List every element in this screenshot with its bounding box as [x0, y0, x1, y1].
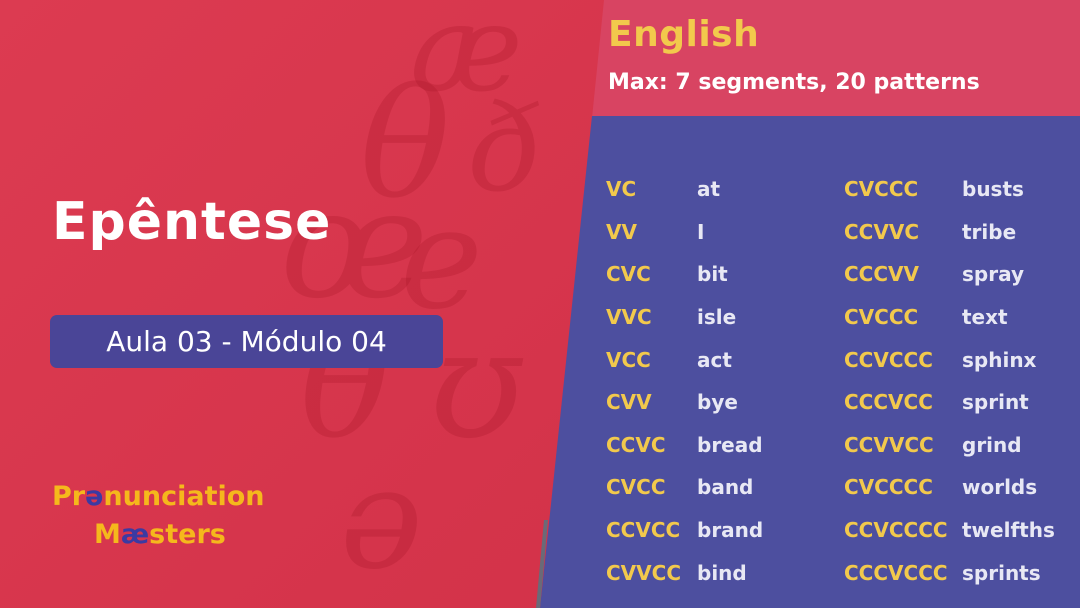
example-word: isle	[697, 305, 737, 330]
syllable-pattern: CVC	[606, 262, 651, 287]
syllable-pattern: VC	[606, 177, 637, 202]
example-word: bread	[697, 432, 763, 457]
syllable-pattern: CCVCCC	[844, 347, 933, 372]
language-subtitle: Max: 7 segments, 20 patterns	[608, 70, 980, 95]
logo-line-1: Prənunciation	[52, 478, 265, 516]
decorative-glyph: ə	[340, 438, 423, 601]
syllable-pattern: CVV	[606, 390, 652, 415]
pattern-row: CCVCC brand	[606, 509, 763, 552]
syllable-pattern: CCCVV	[844, 262, 919, 287]
pattern-column-right: CVCCC busts CCVVC tribe CCCVV spray CVCCC text C…	[844, 168, 1055, 594]
syllable-pattern: VVC	[606, 305, 652, 330]
brand-logo: Prənunciation Mæsters	[52, 478, 265, 554]
example-word: worlds	[962, 475, 1038, 500]
example-word: bye	[697, 390, 738, 415]
syllable-pattern: CCVVCC	[844, 432, 934, 457]
example-word: at	[697, 177, 721, 202]
syllable-pattern: CCVVC	[844, 219, 919, 244]
example-word: spray	[962, 262, 1025, 287]
pattern-row: VVC isle	[606, 296, 763, 339]
pattern-row: CCCVCC sprint	[844, 381, 1055, 424]
example-word: grind	[962, 432, 1022, 457]
language-title: English	[608, 14, 760, 55]
pattern-row: CVCCC text	[844, 296, 1055, 339]
pattern-row: CCVC bread	[606, 424, 763, 467]
pattern-row: CVC bit	[606, 253, 763, 296]
phonetic-glyph-texture: æ θ ð œ e θ ʊ ə	[260, 0, 620, 608]
example-word: sprints	[962, 560, 1041, 585]
syllable-pattern: CCVCC	[606, 518, 681, 543]
logo-text: nunciation	[103, 481, 265, 512]
example-word: bind	[697, 560, 747, 585]
logo-text: sters	[149, 519, 226, 550]
syllable-pattern: CVVCC	[606, 560, 681, 585]
example-word: sphinx	[962, 347, 1037, 372]
logo-line-2: Mæsters	[52, 516, 265, 554]
pattern-row: CVCCC busts	[844, 168, 1055, 211]
logo-accent: æ	[120, 519, 150, 550]
pattern-column-left: VC at VV I CVC bit VVC isle VCC act CVV bye CCVC brea…	[606, 168, 763, 594]
syllable-pattern: CCVC	[606, 432, 666, 457]
pattern-row: CVVCC bind	[606, 551, 763, 594]
example-word: tribe	[962, 219, 1017, 244]
syllable-pattern: CVCCC	[844, 177, 919, 202]
syllable-pattern: CCCVCC	[844, 390, 933, 415]
example-word: twelfths	[962, 518, 1055, 543]
syllable-pattern: CVCCCC	[844, 475, 933, 500]
lesson-badge: Aula 03 - Módulo 04	[50, 315, 443, 368]
pattern-row: VCC act	[606, 338, 763, 381]
logo-text: Pr	[52, 481, 86, 512]
pattern-row: CCVVC tribe	[844, 211, 1055, 254]
example-word: bit	[697, 262, 728, 287]
pattern-row: CCCVV spray	[844, 253, 1055, 296]
syllable-pattern: CCCVCCC	[844, 560, 948, 585]
syllable-pattern: VV	[606, 219, 637, 244]
logo-text: M	[94, 519, 121, 550]
example-word: band	[697, 475, 754, 500]
pattern-row: CCVCCCC twelfths	[844, 509, 1055, 552]
pattern-row: CVCC band	[606, 466, 763, 509]
decorative-glyph: ʊ	[430, 298, 524, 472]
pattern-row: CCVVCC grind	[844, 424, 1055, 467]
pattern-row: CCVCCC sphinx	[844, 338, 1055, 381]
logo-accent: ə	[85, 481, 104, 512]
syllable-pattern: CVCC	[606, 475, 666, 500]
syllable-pattern: VCC	[606, 347, 651, 372]
example-word: text	[962, 305, 1008, 330]
example-word: sprint	[962, 390, 1029, 415]
example-word: brand	[697, 518, 764, 543]
pattern-row: CVV bye	[606, 381, 763, 424]
pattern-row: VV I	[606, 211, 763, 254]
example-word: busts	[962, 177, 1024, 202]
example-word: act	[697, 347, 732, 372]
example-word: I	[697, 219, 705, 244]
slide-title: Epêntese	[52, 192, 332, 252]
syllable-pattern: CCVCCCC	[844, 518, 948, 543]
syllable-pattern: CVCCC	[844, 305, 919, 330]
pattern-row: CCCVCCC sprints	[844, 551, 1055, 594]
pattern-row: VC at	[606, 168, 763, 211]
pattern-row: CVCCCC worlds	[844, 466, 1055, 509]
